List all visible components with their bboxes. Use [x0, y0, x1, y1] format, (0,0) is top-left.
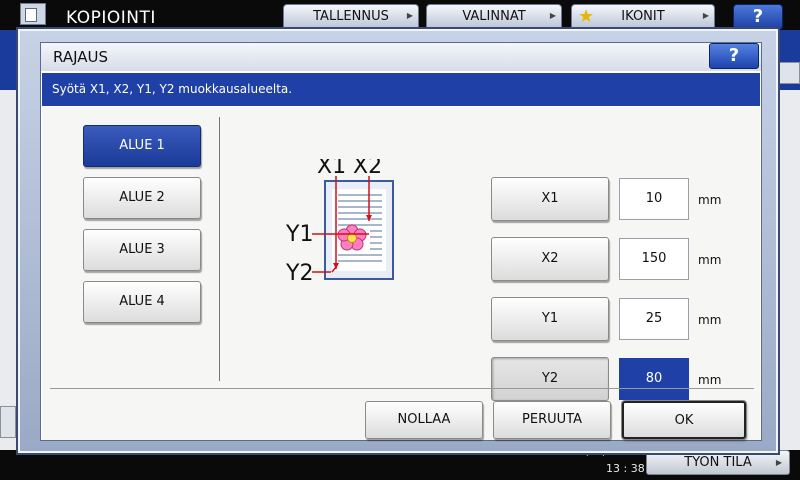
reset-button[interactable]: NOLLAA	[365, 401, 483, 439]
star-icon: ★	[578, 6, 595, 27]
copy-app-icon	[20, 3, 46, 25]
tab-label: IKONIT	[621, 9, 665, 24]
x1-value-field[interactable]: 10	[619, 178, 689, 220]
job-status-label: TYÖN TILA	[684, 455, 752, 470]
y2-label: Y2	[286, 261, 313, 286]
y1-label: Y1	[286, 222, 313, 247]
triangle-right-icon: ▶	[549, 11, 556, 20]
y2-value-field[interactable]: 80	[619, 358, 689, 400]
x1-label: X1	[317, 159, 346, 179]
tab-label: VALINNAT	[462, 9, 526, 24]
background-edge-button	[0, 406, 16, 438]
tab-tallennus[interactable]: TALLENNUS ▶	[283, 4, 419, 30]
x2-unit: mm	[698, 253, 722, 267]
y1-unit: mm	[698, 313, 722, 327]
tab-label: TALLENNUS	[313, 9, 389, 24]
job-status-button[interactable]: TYÖN TILA ▶	[646, 450, 790, 475]
dialog-title: RAJAUS	[53, 48, 108, 66]
y2-unit: mm	[698, 373, 722, 387]
area-3-button[interactable]: ALUE 3	[83, 229, 201, 271]
app-title: KOPIOINTI	[66, 8, 156, 28]
area-2-button[interactable]: ALUE 2	[83, 177, 201, 219]
x2-value-field[interactable]: 150	[619, 238, 689, 280]
triangle-right-icon: ▶	[775, 458, 782, 467]
dialog-help-button[interactable]: ?	[709, 43, 759, 69]
time-display: 13 : 38	[606, 462, 645, 475]
dialog-content: ALUE 1 ALUE 2 ALUE 3 ALUE 4 X1 X2 Y1 Y2	[42, 107, 760, 440]
crop-diagram: X1 X2 Y1 Y2	[286, 159, 394, 286]
horizontal-divider	[50, 388, 754, 389]
instruction-text: Syötä X1, X2, Y1, Y2 muokkausalueelta.	[52, 82, 293, 96]
instruction-bar: Syötä X1, X2, Y1, Y2 muokkausalueelta.	[42, 73, 760, 106]
x2-button[interactable]: X2	[491, 237, 609, 281]
y1-value-field[interactable]: 25	[619, 298, 689, 340]
dialog-title-bar: RAJAUS ?	[41, 43, 761, 71]
dialog-body: RAJAUS ? Syötä X1, X2, Y1, Y2 muokkausal…	[40, 42, 762, 441]
ok-button[interactable]: OK	[622, 401, 746, 439]
x1-button[interactable]: X1	[491, 177, 609, 221]
area-4-button[interactable]: ALUE 4	[83, 281, 201, 323]
y2-button[interactable]: Y2	[491, 357, 609, 401]
cancel-button[interactable]: PERUUTA	[493, 401, 611, 439]
vertical-divider	[219, 117, 220, 381]
help-button[interactable]: ?	[733, 4, 783, 30]
y1-button[interactable]: Y1	[491, 297, 609, 341]
tab-ikonit[interactable]: ★ IKONIT ▶	[571, 4, 715, 30]
x2-label: X2	[353, 159, 382, 179]
x1-unit: mm	[698, 193, 722, 207]
triangle-right-icon: ▶	[406, 11, 413, 20]
triangle-right-icon: ▶	[702, 11, 709, 20]
area-1-button[interactable]: ALUE 1	[83, 125, 201, 167]
crop-dialog: RAJAUS ? Syötä X1, X2, Y1, Y2 muokkausal…	[18, 29, 778, 453]
tab-valinnat[interactable]: VALINNAT ▶	[426, 4, 562, 30]
